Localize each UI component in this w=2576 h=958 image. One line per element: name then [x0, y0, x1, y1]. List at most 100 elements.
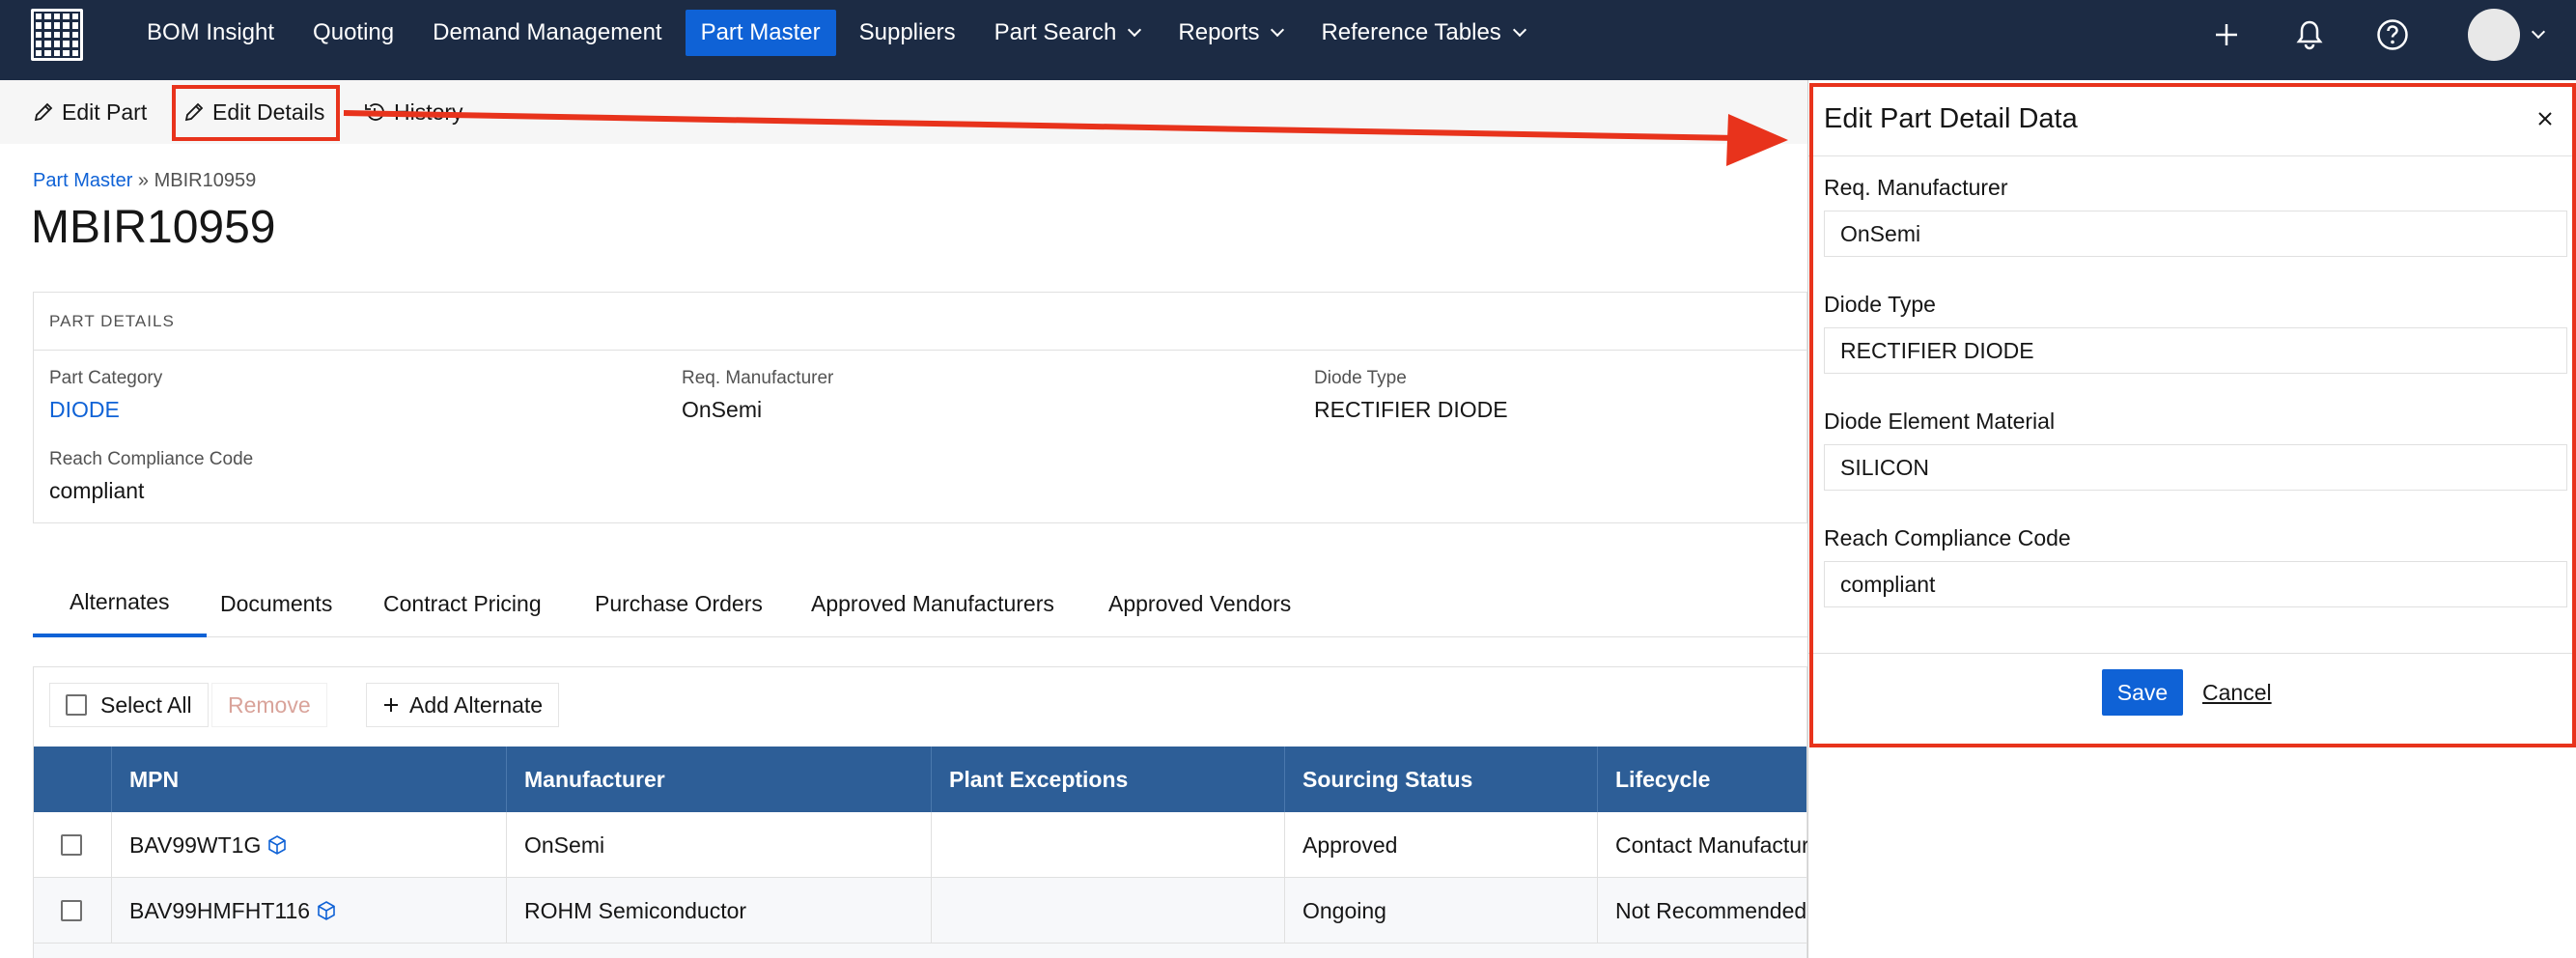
- cube-icon[interactable]: [266, 834, 288, 856]
- nav-item-label: Suppliers: [858, 19, 956, 45]
- lifecycle-cell: Contact Manufacturer: [1597, 812, 1829, 878]
- cancel-button[interactable]: Cancel: [2202, 669, 2272, 716]
- field-diode-type: Diode Type RECTIFIER DIODE: [1314, 368, 1508, 423]
- table-row[interactable]: BAV99HMFHT116 ROHM Semiconductor Ongoing…: [34, 878, 1806, 944]
- nav-item-part-search[interactable]: Part Search: [979, 10, 1156, 56]
- cube-icon[interactable]: [316, 900, 337, 921]
- sourcing-status-cell: Ongoing: [1284, 878, 1597, 944]
- tab-documents[interactable]: Documents: [220, 570, 332, 637]
- top-nav: BOM Insight Quoting Demand Management Pa…: [0, 0, 2576, 80]
- table-toolbar: Select All Remove Add Alternate: [34, 667, 1806, 747]
- save-button[interactable]: Save: [2102, 669, 2183, 716]
- chevron-down-icon: [1128, 22, 1142, 38]
- remove-button[interactable]: Remove: [211, 683, 327, 727]
- tab-alternates[interactable]: Alternates: [33, 570, 207, 637]
- table-header: MPN Manufacturer Plant Exceptions Sourci…: [34, 747, 1806, 812]
- field-label: Req. Manufacturer: [682, 368, 834, 388]
- history-icon: [365, 103, 384, 121]
- edit-part-detail-panel: Edit Part Detail Data Req. Manufacturer …: [1807, 80, 2576, 958]
- nav-item-label: Reports: [1178, 19, 1260, 45]
- column-header-lifecycle[interactable]: Lifecycle: [1597, 747, 1808, 812]
- nav-item-suppliers[interactable]: Suppliers: [844, 10, 971, 56]
- nav-item-demand-management[interactable]: Demand Management: [417, 10, 677, 56]
- field-value: OnSemi: [682, 397, 763, 422]
- panel-title: Edit Part Detail Data: [1824, 103, 2078, 134]
- column-header-plant-exceptions[interactable]: Plant Exceptions: [931, 747, 1284, 812]
- diode-element-material-input[interactable]: SILICON: [1824, 444, 2567, 491]
- diode-type-input[interactable]: RECTIFIER DIODE: [1824, 327, 2567, 374]
- nav-item-part-master[interactable]: Part Master: [685, 10, 836, 56]
- part-details-card: PART DETAILS Part Category DIODE Req. Ma…: [33, 292, 1807, 523]
- tab-label: Approved Manufacturers: [811, 590, 1054, 616]
- chevron-down-icon[interactable]: [2531, 24, 2546, 40]
- req-manufacturer-label: Req. Manufacturer: [1824, 175, 2008, 200]
- field-value: RECTIFIER DIODE: [1314, 397, 1508, 422]
- nav-item-label: Part Master: [700, 19, 821, 45]
- breadcrumb-link-part-master[interactable]: Part Master: [33, 170, 132, 191]
- detail-tabs: Alternates Documents Contract Pricing Pu…: [33, 570, 1807, 637]
- add-alternate-label: Add Alternate: [409, 691, 544, 718]
- lifecycle-cell: Not Recommended: [1597, 878, 1808, 944]
- nav-item-label: Part Search: [994, 19, 1117, 45]
- column-header-sourcing-status[interactable]: Sourcing Status: [1284, 747, 1597, 812]
- nav-item-reports[interactable]: Reports: [1162, 10, 1298, 56]
- edit-part-button[interactable]: Edit Part: [33, 94, 147, 130]
- field-value: compliant: [49, 478, 145, 503]
- nav-item-label: Reference Tables: [1321, 19, 1501, 45]
- part-details-header: PART DETAILS: [34, 293, 1806, 351]
- close-icon[interactable]: [2532, 105, 2559, 132]
- column-header-mpn[interactable]: MPN: [111, 747, 506, 812]
- nav-item-quoting[interactable]: Quoting: [297, 10, 409, 56]
- tab-contract-pricing[interactable]: Contract Pricing: [383, 570, 542, 637]
- mpn-value: BAV99WT1G: [129, 831, 262, 858]
- nav-item-label: Demand Management: [433, 19, 662, 45]
- diode-type-label: Diode Type: [1824, 292, 1936, 317]
- field-label: Part Category: [49, 368, 163, 388]
- reach-compliance-code-input[interactable]: compliant: [1824, 561, 2567, 607]
- history-label: History: [394, 99, 463, 125]
- breadcrumb-current: MBIR10959: [154, 170, 257, 191]
- reach-compliance-code-label: Reach Compliance Code: [1824, 525, 2071, 550]
- pencil-icon: [34, 102, 53, 122]
- select-all-checkbox[interactable]: [66, 694, 87, 716]
- plus-icon: [384, 698, 398, 712]
- alternates-table: Select All Remove Add Alternate MPN Manu…: [33, 666, 1829, 958]
- diode-element-material-label: Diode Element Material: [1824, 409, 2056, 434]
- field-label: Reach Compliance Code: [49, 449, 254, 469]
- row-checkbox[interactable]: [61, 900, 82, 921]
- table-row[interactable]: BAV99WT1G OnSemi Approved Contact Manufa…: [34, 812, 1829, 878]
- history-button[interactable]: History: [363, 94, 463, 130]
- add-alternate-button[interactable]: Add Alternate: [366, 683, 560, 727]
- nav-menu: BOM Insight Quoting Demand Management Pa…: [131, 10, 1548, 56]
- plant-exceptions-cell: [931, 812, 1284, 878]
- part-category-link[interactable]: DIODE: [49, 397, 162, 423]
- tab-label: Alternates: [70, 588, 170, 614]
- avatar[interactable]: [2468, 9, 2520, 61]
- plant-exceptions-cell: [931, 878, 1284, 944]
- tab-approved-vendors[interactable]: Approved Vendors: [1108, 570, 1291, 637]
- nav-item-reference-tables[interactable]: Reference Tables: [1305, 10, 1539, 56]
- select-all-button[interactable]: Select All: [49, 683, 209, 727]
- bell-icon[interactable]: [2290, 15, 2329, 54]
- help-icon[interactable]: [2373, 15, 2412, 54]
- row-checkbox[interactable]: [61, 834, 82, 856]
- app-grid-logo-icon[interactable]: [31, 9, 83, 61]
- field-reach-compliance-code: Reach Compliance Code compliant: [49, 449, 253, 504]
- select-all-label: Select All: [100, 691, 192, 718]
- chevron-down-icon: [1512, 22, 1526, 38]
- nav-right-actions: [2163, 0, 2576, 70]
- req-manufacturer-input[interactable]: OnSemi: [1824, 211, 2567, 257]
- plus-icon[interactable]: [2207, 15, 2246, 54]
- field-part-category: Part Category DIODE: [49, 368, 162, 423]
- column-header-manufacturer[interactable]: Manufacturer: [506, 747, 931, 812]
- chevron-down-icon: [1271, 22, 1285, 38]
- annotation-highlight-box: [172, 85, 340, 141]
- edit-part-label: Edit Part: [62, 99, 148, 125]
- nav-item-bom-insight[interactable]: BOM Insight: [131, 10, 290, 56]
- remove-label: Remove: [228, 691, 311, 718]
- tab-label: Purchase Orders: [595, 590, 763, 616]
- nav-item-label: Quoting: [313, 19, 395, 45]
- mpn-value: BAV99HMFHT116: [129, 897, 311, 923]
- tab-approved-manufacturers[interactable]: Approved Manufacturers: [811, 570, 1054, 637]
- tab-purchase-orders[interactable]: Purchase Orders: [595, 570, 763, 637]
